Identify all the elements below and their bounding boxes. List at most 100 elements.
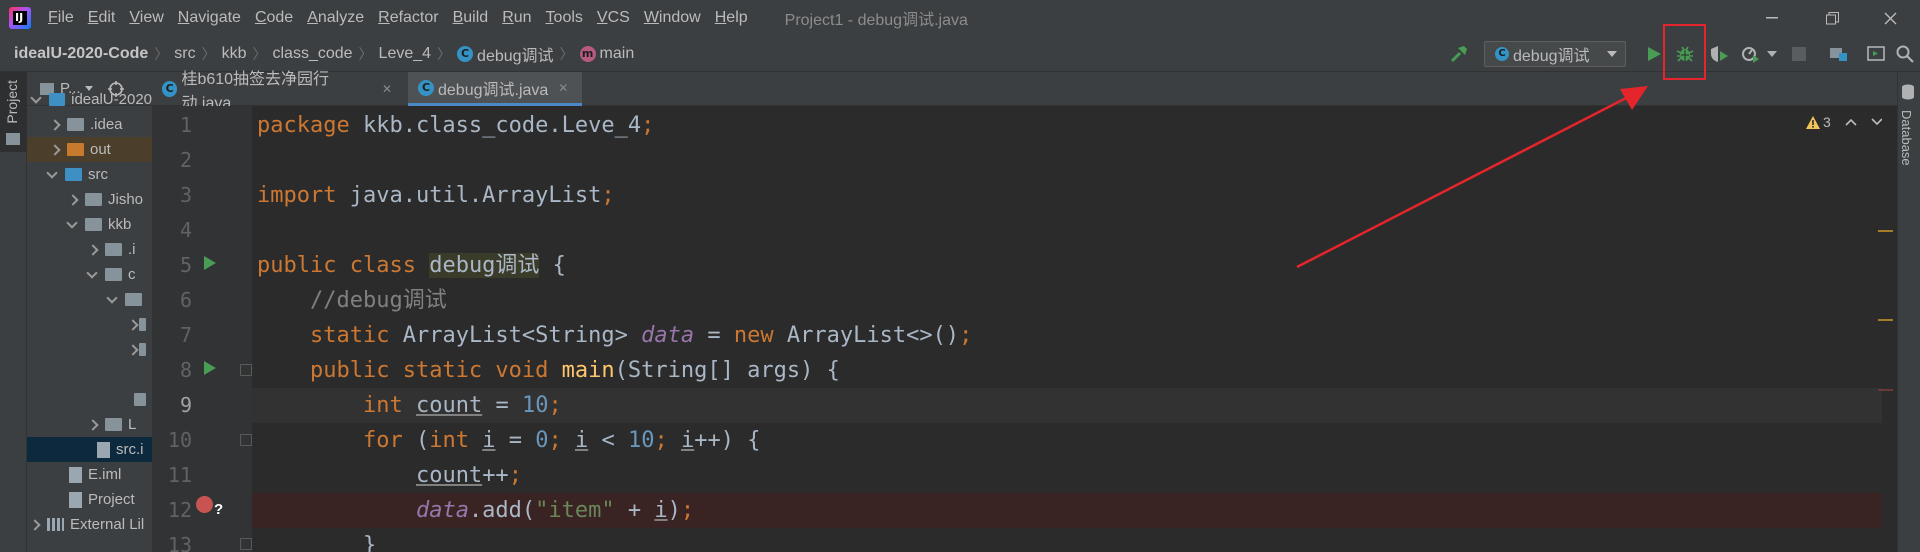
breadcrumb-kkb[interactable]: kkb (222, 45, 247, 63)
menu-vcs[interactable]: VCS (590, 0, 637, 36)
line-number: 1 (179, 113, 192, 137)
breadcrumb-src[interactable]: src (174, 45, 195, 63)
menu-view[interactable]: View (122, 0, 170, 36)
menu-edit[interactable]: Edit (81, 0, 123, 36)
library-icon (47, 518, 64, 531)
run-main-gutter-icon[interactable] (204, 361, 216, 375)
line-number: 11 (167, 463, 192, 487)
editor-tabs: C 桂b610抽签去净园行动.java ✕ C debug调试.java ✕ (152, 71, 1897, 112)
tree-item-package[interactable]: .i (27, 237, 152, 262)
menu-help[interactable]: Help (708, 0, 755, 36)
more-run-options[interactable] (1762, 44, 1782, 64)
project-structure-button[interactable] (1829, 44, 1849, 64)
menu-tools[interactable]: Tools (539, 0, 590, 36)
chevron-right-icon[interactable] (29, 520, 39, 530)
tree-item-src-iml[interactable]: src.i (27, 437, 152, 462)
run-configuration-select[interactable]: C debug调试 (1484, 41, 1626, 67)
fold-icon[interactable] (240, 538, 252, 550)
chevron-right-icon[interactable] (127, 345, 131, 355)
search-everywhere-button[interactable] (1895, 44, 1915, 64)
breadcrumb-project[interactable]: idealU-2020-Code (14, 45, 148, 63)
code-line: //debug调试 (309, 288, 447, 313)
tree-item-project-iml[interactable]: Project (27, 487, 152, 512)
chevron-down-icon[interactable] (1871, 118, 1883, 126)
package-icon (139, 343, 146, 356)
tree-item-package[interactable] (27, 312, 152, 337)
code-line: import java.util.ArrayList; (257, 183, 615, 208)
search-icon (1896, 45, 1914, 63)
chevron-right-icon[interactable] (49, 120, 59, 130)
close-icon[interactable]: ✕ (558, 81, 568, 95)
presentation-mode-button[interactable] (1866, 44, 1886, 64)
breadcrumb-class[interactable]: Cdebug调试 (457, 42, 554, 66)
tree-item-out[interactable]: out (27, 137, 152, 162)
warning-marker[interactable] (1878, 319, 1893, 321)
breadcrumb-class-code[interactable]: class_code (273, 45, 353, 63)
menu-build[interactable]: Build (446, 0, 496, 36)
chevron-right-icon[interactable] (87, 420, 97, 430)
project-tool-tab-label: Project (4, 80, 20, 124)
tree-item-kkb[interactable]: kkb (27, 212, 152, 237)
chevron-right-icon[interactable] (49, 145, 59, 155)
window-title: Project1 - debug调试.java (784, 12, 968, 29)
restore-button[interactable] (1808, 0, 1856, 36)
profile-button[interactable] (1740, 44, 1760, 64)
menu-refactor[interactable]: Refactor (371, 0, 445, 36)
folder-icon (48, 93, 66, 106)
run-class-gutter-icon[interactable] (204, 256, 216, 270)
chevron-down-icon[interactable] (87, 270, 97, 280)
breakpoint-icon[interactable] (196, 496, 213, 513)
class-icon: C (418, 79, 434, 96)
tree-label: idealU-2020 (71, 91, 152, 108)
inspection-widget[interactable]: 3 (1806, 114, 1883, 130)
chevron-right-icon[interactable] (87, 245, 97, 255)
profiler-icon (1742, 47, 1759, 63)
stop-icon (1792, 47, 1806, 61)
chevron-down-icon[interactable] (67, 220, 77, 230)
tree-item-package[interactable] (27, 337, 152, 362)
minimize-button[interactable] (1748, 0, 1796, 36)
menu-analyze[interactable]: Analyze (300, 0, 371, 36)
menu-code[interactable]: Code (248, 0, 300, 36)
fold-icon[interactable] (240, 434, 252, 446)
close-icon[interactable]: ✕ (382, 82, 392, 96)
close-window-button[interactable] (1866, 0, 1914, 36)
error-stripe[interactable] (1882, 106, 1897, 552)
tree-item-idea[interactable]: .idea (27, 112, 152, 137)
tree-item-project-root[interactable]: idealU-2020 (27, 87, 152, 112)
chevron-down-icon[interactable] (47, 170, 57, 180)
file-icon (69, 491, 82, 508)
run-with-coverage-button[interactable] (1709, 44, 1729, 64)
menu-run[interactable]: Run (495, 0, 538, 36)
menu-file[interactable]: File (41, 0, 81, 36)
tree-item-external-libraries[interactable]: External Lil (27, 512, 152, 537)
tree-item-package[interactable] (27, 387, 152, 412)
line-number: 8 (179, 358, 192, 382)
fold-icon[interactable] (240, 364, 252, 376)
build-button[interactable] (1449, 44, 1469, 64)
chevron-down-icon[interactable] (107, 295, 117, 305)
tree-item-src[interactable]: src (27, 162, 152, 187)
tab-debug[interactable]: C debug调试.java ✕ (408, 72, 582, 106)
stop-button[interactable] (1789, 44, 1809, 64)
chevron-down-icon[interactable] (31, 95, 41, 105)
chevron-up-icon[interactable] (1845, 118, 1857, 126)
run-button[interactable] (1644, 44, 1664, 64)
chevron-right-icon[interactable] (127, 320, 131, 330)
tab-guib610[interactable]: C 桂b610抽签去净园行动.java ✕ (152, 71, 402, 112)
warning-marker[interactable] (1878, 230, 1893, 232)
package-icon (105, 418, 122, 431)
chevron-right-icon[interactable] (67, 195, 77, 205)
tree-item-package[interactable]: Jisho (27, 187, 152, 212)
breadcrumb-method[interactable]: m main (579, 45, 634, 63)
breakpoint-marker[interactable] (1878, 389, 1893, 391)
database-tool-tab[interactable]: Database (1899, 110, 1914, 166)
menu-navigate[interactable]: Navigate (171, 0, 248, 36)
tree-item-package[interactable]: c (27, 262, 152, 287)
code-editor[interactable]: package kkb.class_code.Leve_4; import ja… (252, 106, 1882, 552)
breadcrumb-leve4[interactable]: Leve_4 (379, 45, 432, 63)
tree-item-package[interactable] (27, 287, 152, 312)
tree-item-e-iml[interactable]: E.iml (27, 462, 152, 487)
tree-item-package[interactable]: L (27, 412, 152, 437)
menu-window[interactable]: Window (637, 0, 708, 36)
